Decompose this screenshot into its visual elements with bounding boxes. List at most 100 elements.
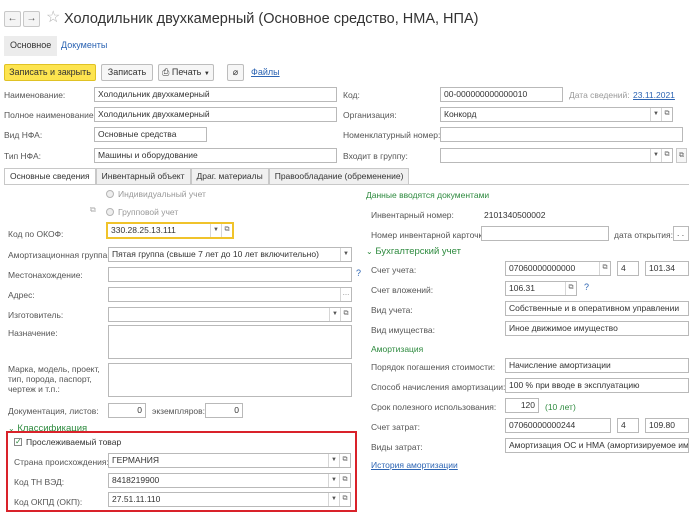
open-icon[interactable]: ⧉ [339, 474, 350, 487]
chevron-down-icon[interactable]: ▼ [650, 108, 661, 121]
chevron-down-icon[interactable]: ▼ [328, 454, 339, 467]
open-icon[interactable]: ⧉ [339, 454, 350, 467]
cost-kosgu-field[interactable]: 109.80 [645, 418, 689, 433]
tab-rights[interactable]: Правообладание (обременение) [268, 168, 410, 184]
nomenclature-number-label: Номенклатурный номер: [343, 130, 441, 140]
open-icon[interactable]: ⧉ [565, 282, 576, 295]
info-date-link[interactable]: 23.11.2021 [633, 90, 675, 100]
nfa-type-field[interactable]: Основные средства [94, 127, 207, 142]
account-type-field[interactable]: Собственные и в оперативном управлении [505, 301, 689, 316]
save-and-close-button[interactable]: Записать и закрыть [4, 64, 96, 81]
save-button[interactable]: Записать [101, 64, 153, 81]
name-label: Наименование: [4, 90, 66, 100]
account-kfo-field[interactable]: 4 [617, 261, 639, 276]
favorite-star-icon[interactable]: ☆ [46, 10, 60, 26]
account-kosgu-field[interactable]: 101.34 [645, 261, 689, 276]
cost-kfo-field[interactable]: 4 [617, 418, 639, 433]
tab-basic-info[interactable]: Основные сведения [4, 168, 96, 184]
cost-type-label: Виды затрат: [371, 442, 423, 452]
brand-field[interactable] [108, 363, 352, 397]
chevron-down-icon[interactable]: ▼ [329, 308, 340, 321]
inner-tab-bar: Основные сведения Инвентарный объект Дра… [4, 168, 410, 184]
nfa-type-label: Вид НФА: [4, 130, 43, 140]
address-field[interactable]: … [108, 287, 352, 302]
okof-field[interactable]: 330.28.25.13.111 ▼ ⧉ [106, 222, 234, 239]
nfa-kind-field[interactable]: Машины и оборудование [94, 148, 337, 163]
tab-inventory-object[interactable]: Инвентарный объект [95, 168, 191, 184]
repay-field[interactable]: Начисление амортизации [505, 358, 689, 373]
help-icon[interactable]: ? [356, 268, 361, 278]
attach-icon[interactable]: ⌀ [227, 64, 244, 81]
location-field[interactable] [108, 267, 352, 282]
amort-group-field[interactable]: Пятая группа (свыше 7 лет до 10 лет вклю… [108, 247, 352, 262]
purpose-field[interactable] [108, 325, 352, 359]
okpd-value: 27.51.11.110 [112, 494, 161, 504]
code-field[interactable]: 00-000000000000010 [440, 87, 563, 102]
open-icon[interactable]: ⧉ [661, 149, 672, 162]
tab-main[interactable]: Основное [4, 36, 58, 56]
account-field[interactable]: 07060000000000 ⧉ [505, 261, 611, 276]
address-label: Адрес: [8, 290, 35, 300]
tnved-value: 8418219900 [112, 475, 160, 485]
tab-precious-materials[interactable]: Драг. материалы [190, 168, 269, 184]
name-field[interactable]: Холодильник двухкамерный [94, 87, 337, 102]
doc-sheets-field[interactable]: 0 [108, 403, 146, 418]
investment-account-label: Счет вложений: [371, 285, 434, 295]
nomenclature-number-field[interactable] [440, 127, 683, 142]
group-account-icon: ⧉ [90, 205, 96, 214]
amort-group-label: Амортизационная группа: [8, 250, 110, 260]
cost-account-field[interactable]: 07060000000244 [505, 418, 611, 433]
organization-field[interactable]: Конкорд ▼ ⧉ [440, 107, 673, 122]
chevron-down-icon[interactable]: ▼ [210, 224, 221, 237]
chevron-down-icon[interactable]: ▼ [340, 248, 351, 261]
amort-group-value: Пятая группа (свыше 7 лет до 10 лет вклю… [112, 249, 319, 259]
open-icon[interactable]: ⧉ [221, 224, 232, 237]
ellipsis-icon[interactable]: … [340, 288, 351, 301]
cost-type-field[interactable]: Амортизация ОС и НМА (амортизируемое иму… [505, 438, 689, 453]
chevron-down-icon[interactable]: ▼ [328, 493, 339, 506]
useful-life-label: Срок полезного использования: [371, 402, 497, 412]
tnved-field[interactable]: 8418219900 ▼ ⧉ [108, 473, 351, 488]
full-name-field[interactable]: Холодильник двухкамерный [94, 107, 337, 122]
country-field[interactable]: ГЕРМАНИЯ ▼ ⧉ [108, 453, 351, 468]
individual-label: Индивидуальный учет [118, 189, 206, 199]
investment-account-field[interactable]: 106.31 ⧉ [505, 281, 577, 296]
code-label: Код: [343, 90, 360, 100]
amort-method-label: Способ начисления амортизации: [371, 382, 506, 392]
print-button[interactable]: ⎙ Печать ▼ [158, 64, 214, 81]
group-field[interactable]: ▼ ⧉ [440, 148, 673, 163]
copies-label: экземпляров: [152, 406, 206, 416]
account-value: 07060000000000 [509, 263, 576, 273]
okpd-field[interactable]: 27.51.11.110 ▼ ⧉ [108, 492, 351, 507]
group-extra-button[interactable]: ⧉ [676, 148, 687, 163]
property-type-field[interactable]: Иное движимое имущество [505, 321, 689, 336]
chevron-down-icon[interactable]: ▼ [328, 474, 339, 487]
tab-divider [4, 184, 689, 185]
files-link[interactable]: Файлы [251, 67, 280, 77]
location-label: Местонахождение: [8, 270, 83, 280]
country-label: Страна происхождения: [14, 457, 109, 467]
tracked-checkbox[interactable]: ✓ [14, 438, 22, 446]
chevron-down-icon[interactable]: ▼ [650, 149, 661, 162]
individual-radio[interactable] [106, 190, 114, 198]
accounting-section[interactable]: ⌄ Бухгалтерский учет [366, 246, 461, 257]
useful-life-field[interactable]: 120 [505, 398, 539, 413]
back-button[interactable]: ← [4, 11, 21, 27]
maker-field[interactable]: ▼ ⧉ [108, 307, 352, 322]
group-radio[interactable] [106, 208, 114, 216]
amort-method-field[interactable]: 100 % при вводе в эксплуатацию [505, 378, 689, 393]
open-icon[interactable]: ⧉ [340, 308, 351, 321]
copies-field[interactable]: 0 [205, 403, 243, 418]
help-icon[interactable]: ? [584, 282, 589, 292]
open-icon[interactable]: ⧉ [339, 493, 350, 506]
entered-by-docs-note: Данные вводятся документами [366, 190, 490, 200]
forward-button[interactable]: → [23, 11, 40, 27]
tab-documents[interactable]: Документы [61, 40, 107, 50]
amortization-history-link[interactable]: История амортизации [371, 460, 458, 470]
open-icon[interactable]: ⧉ [661, 108, 672, 121]
organization-value: Конкорд [444, 109, 477, 119]
inventory-card-field[interactable] [481, 226, 609, 241]
open-icon[interactable]: ⧉ [599, 262, 610, 275]
open-date-field[interactable]: . . [673, 226, 689, 241]
inventory-card-label: Номер инвентарной карточки: [371, 230, 490, 240]
